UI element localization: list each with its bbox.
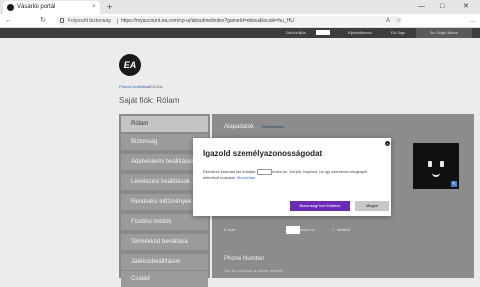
ea-favicon-icon [7,4,14,11]
ea-logo[interactable]: EA [119,54,141,76]
sidebar-item-player-settings[interactable]: Játékosbeállítások [121,254,208,270]
dialog-title: Igazold személyazonosságodat [203,149,323,158]
edit-avatar-icon[interactable]: ✎ [451,181,457,187]
read-aloud-icon[interactable]: A [386,16,390,26]
page-title: Saját fiók: Rólam [119,96,180,105]
ea-sign-link[interactable]: EA Sign [391,28,405,38]
close-window-icon[interactable]: ✕ [463,1,469,12]
send-code-button[interactable]: Biztonsági kód küldése [290,201,350,211]
logout-link[interactable]: Kijelentkezés [348,28,372,38]
avatar-left-eye [428,161,432,167]
breadcrumb-link[interactable]: Fiókod beállításai [119,84,150,90]
avatar-right-eye [440,161,444,167]
new-tab-button[interactable]: + [107,1,112,13]
ea-top-bar [0,28,480,38]
sidebar-item-about-me[interactable]: Rólam [121,116,208,132]
refresh-icon[interactable]: ↻ [40,16,46,26]
edit-link[interactable]: Szerkesztés [262,123,284,131]
dialog-text-before: Ellenőrző kódodat ide küldjük: [203,169,257,175]
lock-icon[interactable] [60,18,64,23]
greeting-text: Üdvözöljük, [286,30,307,35]
sidebar-item-family[interactable]: Család [121,271,208,287]
redacted-email [286,226,300,234]
security-label[interactable]: Folyosztt biztonság [68,16,111,26]
more-menu-icon[interactable]: … [470,16,476,26]
minimize-icon[interactable]: — [418,1,425,12]
back-icon[interactable]: ← [5,16,12,26]
url-divider [117,18,118,24]
phone-heading: Phone Number [224,256,265,262]
favorite-icon[interactable]: ☆ [396,16,401,26]
sidebar-item-payment-methods[interactable]: Fizetési módok [121,214,208,230]
redacted-username [316,30,330,35]
origin-client-button[interactable]: Az Origin kliens [416,28,472,38]
cancel-button[interactable]: Mégse [355,201,389,211]
redacted-email-box [257,169,273,175]
dialog-email-domain: indes.hu [272,169,288,175]
sidebar-item-redeem-code[interactable]: Termékkód beváltása [121,234,208,250]
basic-info-heading: Alapadatok [224,124,255,130]
tab-close-icon[interactable]: × [92,2,96,12]
email-domain: indes.hu [300,227,316,232]
close-icon[interactable]: × [385,141,390,146]
maximize-icon[interactable]: □ [440,1,444,12]
verified-badge: ✓ Verified [332,227,350,232]
url-text[interactable]: https://myaccount.ea.com/cp-ui/aboutme/i… [121,16,294,26]
change-link[interactable]: Módosítás [237,175,255,180]
dialog-message: Ellenőrző kódodat ide küldjük: indes.hu.… [203,169,379,181]
email-label: E-mail [224,227,236,232]
phone-subtext: You do not have a phone number [224,268,284,273]
breadcrumb-current: / EA fiók [148,84,163,89]
tab-title: Vásárlói portál [17,4,56,10]
